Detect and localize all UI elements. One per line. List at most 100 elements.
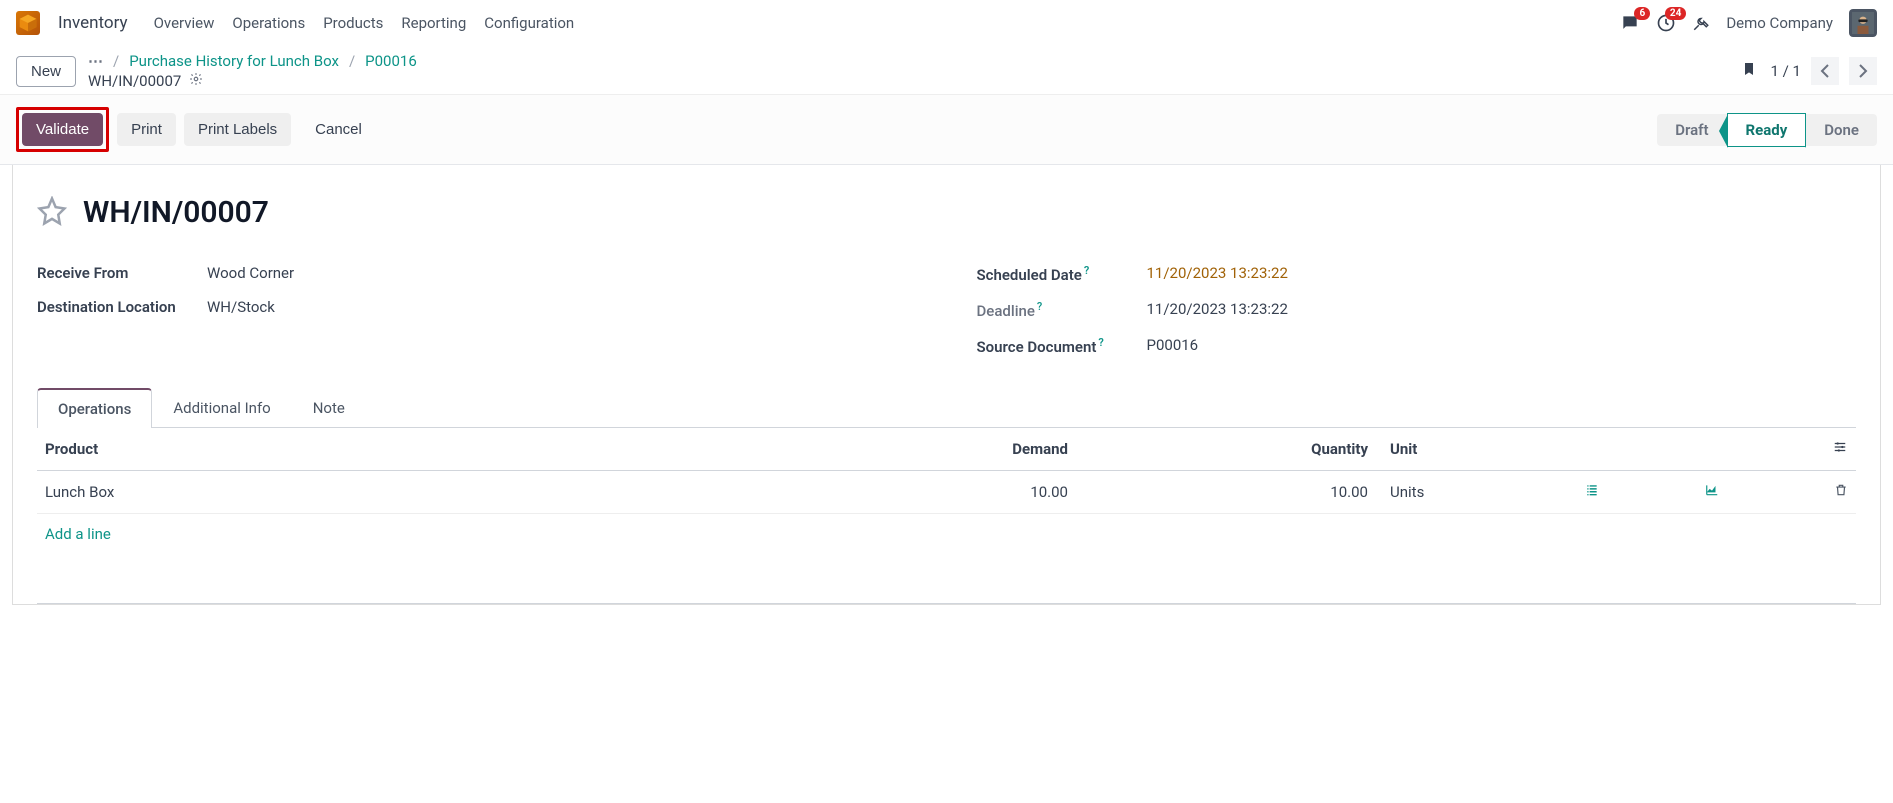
cell-delete-icon[interactable] <box>1816 471 1856 514</box>
breadcrumb-purchase-history[interactable]: Purchase History for Lunch Box <box>129 52 339 70</box>
pager: 1 / 1 <box>1771 57 1878 85</box>
form-col-right: Scheduled Date? 11/20/2023 13:23:22 Dead… <box>977 256 1857 364</box>
breadcrumb: ⋯ / Purchase History for Lunch Box / P00… <box>88 52 417 70</box>
col-settings[interactable] <box>1816 428 1856 471</box>
cancel-button[interactable]: Cancel <box>301 113 376 146</box>
sliders-icon <box>1832 440 1848 454</box>
col-demand[interactable]: Demand <box>896 428 1076 471</box>
status-bar: Draft Ready Done <box>1657 113 1877 147</box>
table-row[interactable]: Lunch Box 10.00 10.00 Units <box>37 471 1856 514</box>
company-name[interactable]: Demo Company <box>1726 14 1833 32</box>
cell-forecast-icon[interactable] <box>1696 471 1816 514</box>
bookmark-icon[interactable] <box>1741 60 1757 82</box>
receive-from-label: Receive From <box>37 264 207 282</box>
control-row: New ⋯ / Purchase History for Lunch Box /… <box>0 46 1893 94</box>
source-document-label: Source Document? <box>977 336 1147 356</box>
nav-operations[interactable]: Operations <box>232 14 305 32</box>
breadcrumb-wrap: ⋯ / Purchase History for Lunch Box / P00… <box>88 52 417 90</box>
title-row: WH/IN/00007 <box>37 195 1856 230</box>
user-avatar[interactable] <box>1849 9 1877 37</box>
help-icon[interactable]: ? <box>1084 264 1089 277</box>
new-button[interactable]: New <box>16 56 76 87</box>
scheduled-date-value[interactable]: 11/20/2023 13:23:22 <box>1147 264 1857 282</box>
trash-icon <box>1834 484 1848 502</box>
list-icon <box>1584 483 1600 501</box>
page-count: 1 / 1 <box>1771 62 1802 80</box>
highlight-box: Validate <box>16 107 109 152</box>
page-next-button[interactable] <box>1849 57 1877 85</box>
tab-additional-info[interactable]: Additional Info <box>152 388 291 427</box>
deadline-label: Deadline? <box>977 300 1147 320</box>
record-title: WH/IN/00007 <box>83 195 269 230</box>
field-source-document: Source Document? P00016 <box>977 328 1857 364</box>
status-done[interactable]: Done <box>1806 114 1877 146</box>
destination-value[interactable]: WH/Stock <box>207 298 917 316</box>
operations-table: Product Demand Quantity Unit Lunch Box 1… <box>37 428 1856 604</box>
tabs: Operations Additional Info Note <box>37 388 1856 428</box>
cell-detail-icon[interactable] <box>1576 471 1696 514</box>
tab-operations[interactable]: Operations <box>37 388 152 428</box>
print-labels-button[interactable]: Print Labels <box>184 113 291 146</box>
app-icon[interactable] <box>16 11 40 35</box>
debug-icon[interactable] <box>1692 14 1710 32</box>
cog-icon <box>189 72 203 86</box>
navbar-left: Inventory Overview Operations Products R… <box>16 11 574 35</box>
control-right: 1 / 1 <box>1741 57 1878 85</box>
scheduled-date-label: Scheduled Date? <box>977 264 1147 284</box>
help-icon[interactable]: ? <box>1098 336 1103 349</box>
form-grid: Receive From Wood Corner Destination Loc… <box>37 256 1856 364</box>
col-icon1 <box>1576 428 1696 471</box>
chart-icon <box>1704 483 1720 501</box>
page-prev-button[interactable] <box>1811 57 1839 85</box>
help-icon[interactable]: ? <box>1037 300 1042 313</box>
deadline-value: 11/20/2023 13:23:22 <box>1147 300 1857 318</box>
cell-unit[interactable]: Units <box>1376 471 1576 514</box>
messages-icon[interactable]: 6 <box>1620 13 1640 33</box>
top-navbar: Inventory Overview Operations Products R… <box>0 0 1893 46</box>
star-icon[interactable] <box>37 196 67 230</box>
avatar-icon <box>1852 12 1874 34</box>
form-sheet: WH/IN/00007 Receive From Wood Corner Des… <box>12 165 1881 605</box>
form-col-left: Receive From Wood Corner Destination Loc… <box>37 256 917 364</box>
nav-reporting[interactable]: Reporting <box>401 14 466 32</box>
field-deadline: Deadline? 11/20/2023 13:23:22 <box>977 292 1857 328</box>
field-scheduled-date: Scheduled Date? 11/20/2023 13:23:22 <box>977 256 1857 292</box>
cell-product[interactable]: Lunch Box <box>37 471 896 514</box>
status-draft[interactable]: Draft <box>1657 114 1726 146</box>
field-receive-from: Receive From Wood Corner <box>37 256 917 290</box>
chevron-right-icon <box>1858 64 1868 78</box>
field-destination: Destination Location WH/Stock <box>37 290 917 324</box>
add-line-row[interactable]: Add a line <box>37 514 1856 604</box>
messages-badge: 6 <box>1634 7 1650 20</box>
col-unit[interactable]: Unit <box>1376 428 1576 471</box>
breadcrumb-more-icon[interactable]: ⋯ <box>88 52 103 70</box>
activities-badge: 24 <box>1665 7 1686 20</box>
receive-from-value[interactable]: Wood Corner <box>207 264 917 282</box>
add-line-link[interactable]: Add a line <box>45 525 111 543</box>
status-ready[interactable]: Ready <box>1727 113 1807 147</box>
print-button[interactable]: Print <box>117 113 176 146</box>
nav-overview[interactable]: Overview <box>154 14 215 32</box>
chevron-left-icon <box>1820 64 1830 78</box>
tab-note[interactable]: Note <box>292 388 366 427</box>
source-document-value[interactable]: P00016 <box>1147 336 1857 354</box>
action-bar: Validate Print Print Labels Cancel Draft… <box>0 94 1893 165</box>
validate-button[interactable]: Validate <box>22 113 103 146</box>
activities-icon[interactable]: 24 <box>1656 13 1676 33</box>
navbar-right: 6 24 Demo Company <box>1620 9 1877 37</box>
col-quantity[interactable]: Quantity <box>1076 428 1376 471</box>
gear-icon[interactable] <box>189 72 203 90</box>
nav-configuration[interactable]: Configuration <box>484 14 574 32</box>
breadcrumb-sep: / <box>113 52 119 70</box>
cell-demand[interactable]: 10.00 <box>896 471 1076 514</box>
breadcrumb-current: WH/IN/00007 <box>88 72 181 90</box>
breadcrumb-sep: / <box>349 52 355 70</box>
destination-label: Destination Location <box>37 298 207 316</box>
tools-icon <box>1692 14 1710 32</box>
cell-quantity[interactable]: 10.00 <box>1076 471 1376 514</box>
box-icon <box>18 13 38 33</box>
col-product[interactable]: Product <box>37 428 896 471</box>
nav-products[interactable]: Products <box>323 14 383 32</box>
breadcrumb-p00016[interactable]: P00016 <box>365 52 417 70</box>
app-name[interactable]: Inventory <box>58 13 128 33</box>
